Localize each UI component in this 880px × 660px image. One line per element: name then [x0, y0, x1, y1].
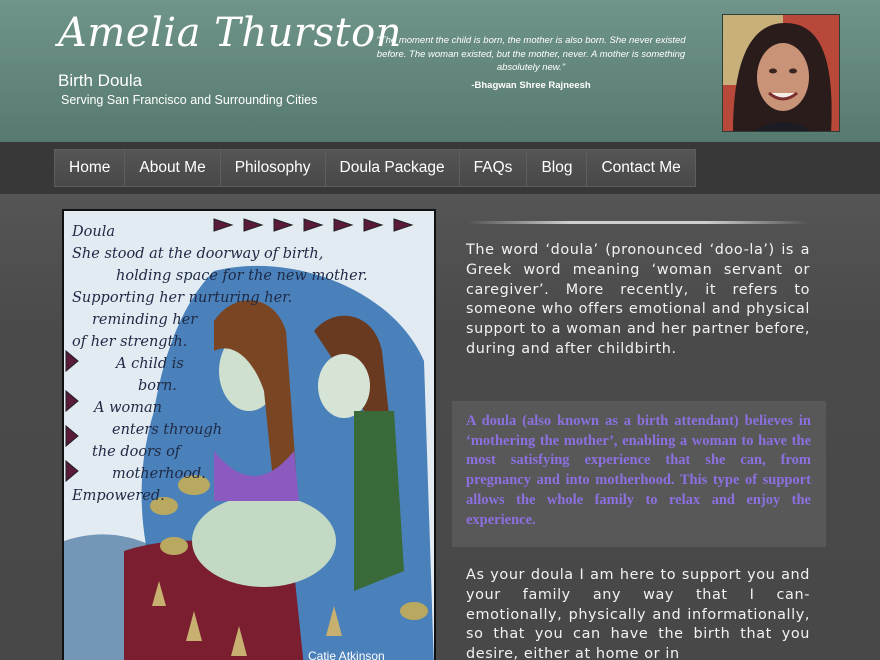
quote-author: -Bhagwan Shree Rajneesh: [471, 80, 591, 91]
poem-line: Supporting her nurturing her.: [72, 290, 293, 306]
poem-line: born.: [138, 378, 177, 394]
navigation-bar: Home About Me Philosophy Doula Package F…: [0, 142, 880, 194]
nav-item-blog[interactable]: Blog: [527, 150, 588, 186]
poem-line: motherhood.: [112, 466, 206, 482]
poem-line: the doors of: [92, 444, 181, 460]
poem-line: A child is: [116, 356, 184, 372]
site-title[interactable]: Amelia Thurston: [58, 10, 402, 56]
divider: [468, 221, 808, 224]
poem-line: reminding her: [92, 312, 198, 328]
poem-line: Empowered.: [72, 488, 165, 504]
poem-line: Doula: [72, 224, 115, 240]
site-subtitle: Birth Doula: [58, 71, 143, 90]
site-header: Amelia Thurston Birth Doula Serving San …: [0, 0, 880, 142]
nav-item-home[interactable]: Home: [55, 150, 126, 186]
nav-item-doula-package[interactable]: Doula Package: [326, 150, 460, 186]
profile-photo: [722, 14, 840, 132]
doula-artwork: Doula She stood at the doorway of birth,…: [62, 209, 436, 660]
highlight-paragraph: A doula (also known as a birth attendant…: [466, 413, 811, 528]
nav-item-faqs[interactable]: FAQs: [460, 150, 528, 186]
artwork-poem: Doula She stood at the doorway of birth,…: [72, 221, 402, 507]
main-nav: Home About Me Philosophy Doula Package F…: [54, 149, 696, 187]
poem-line: of her strength.: [72, 334, 188, 350]
poem-line: enters through: [112, 422, 223, 438]
poem-line: A woman: [94, 400, 162, 416]
artwork-credit: Catie Atkinson: [308, 649, 385, 660]
poem-line: She stood at the doorway of birth,: [72, 246, 324, 262]
main-content: Doula She stood at the doorway of birth,…: [0, 194, 880, 660]
nav-item-about-me[interactable]: About Me: [125, 150, 221, 186]
poem-line: holding space for the new mother.: [116, 268, 368, 284]
intro-paragraph: The word ‘doula’ (pronounced ‘doo-la’) i…: [466, 242, 810, 357]
header-quote: "The moment the child is born, the mothe…: [376, 35, 686, 73]
highlight-box: A doula (also known as a birth attendant…: [452, 401, 826, 547]
support-paragraph: As your doula I am here to support you a…: [466, 567, 810, 660]
nav-item-philosophy[interactable]: Philosophy: [221, 150, 326, 186]
nav-item-contact-me[interactable]: Contact Me: [587, 150, 694, 186]
site-tagline: Serving San Francisco and Surrounding Ci…: [61, 93, 318, 107]
